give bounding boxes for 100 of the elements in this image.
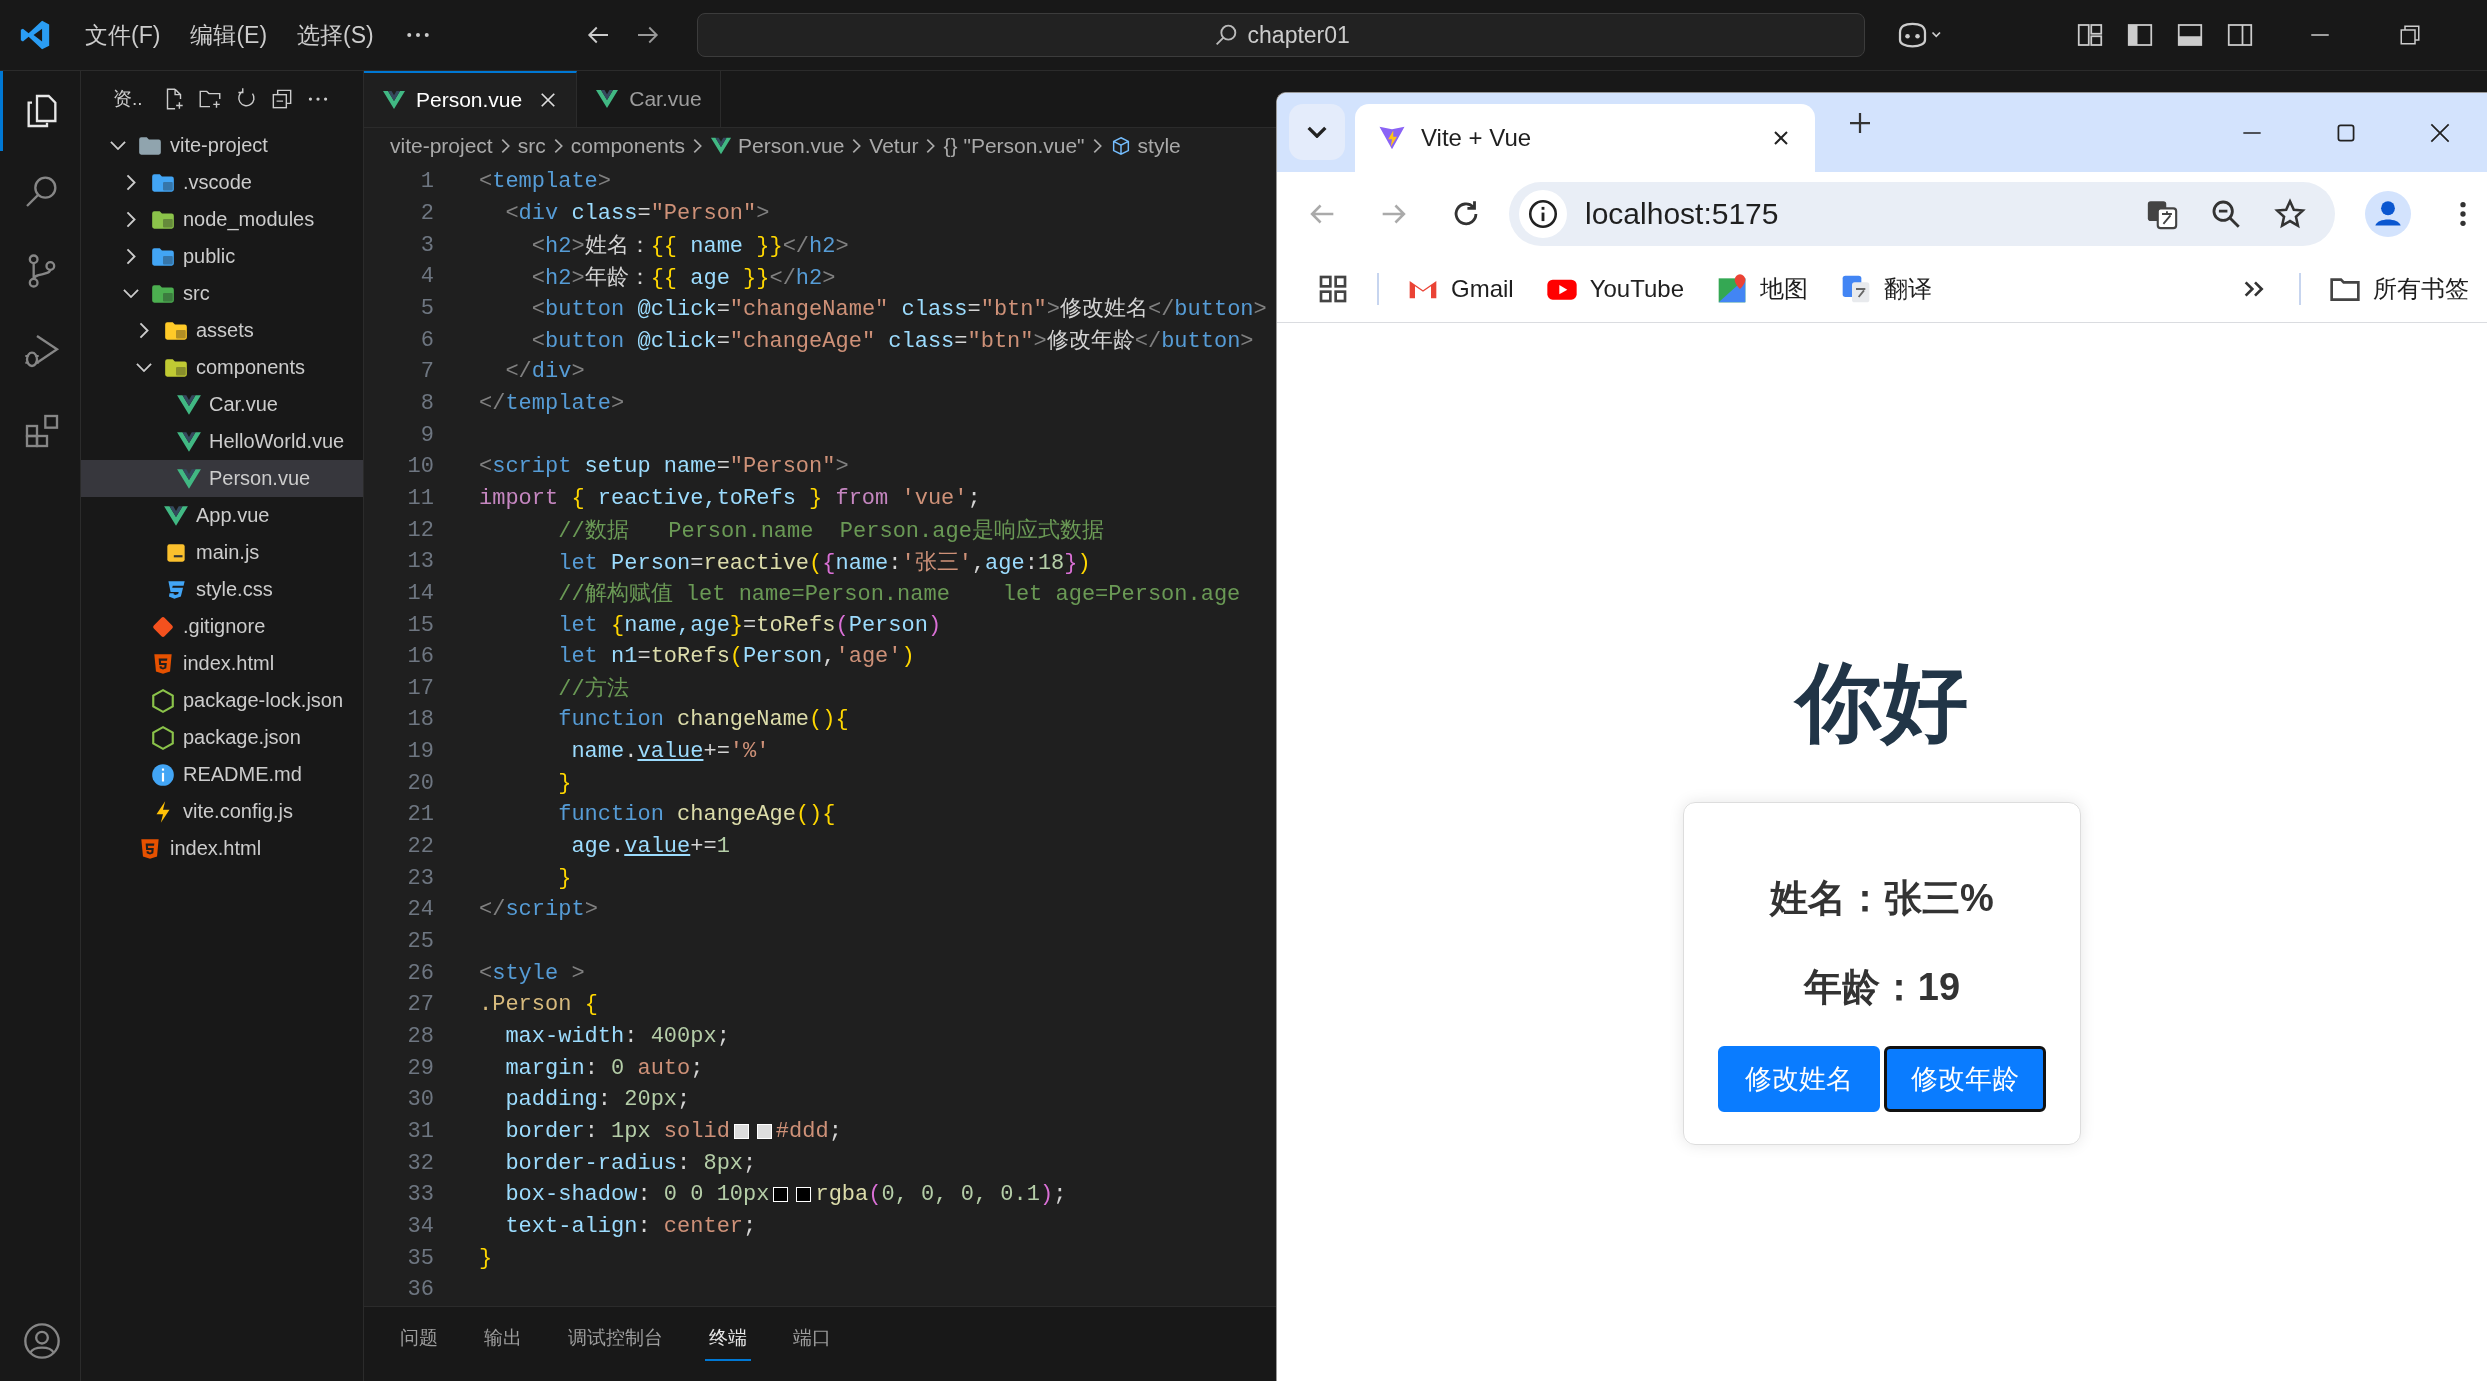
code-text: //方法	[558, 675, 629, 704]
apps-grid-icon[interactable]	[1317, 273, 1349, 305]
file-tree-item[interactable]: node_modules	[81, 201, 363, 238]
action-button[interactable]: 修改姓名	[1718, 1046, 1880, 1112]
bookmark-folder[interactable]: 所有书签	[2329, 273, 2469, 305]
panel-tab[interactable]: 终端	[705, 1320, 751, 1361]
file-tree-item[interactable]: package-lock.json	[81, 682, 363, 719]
chevron-down-icon	[1307, 126, 1327, 138]
code-text: text-align: center;	[505, 1214, 757, 1239]
address-bar[interactable]: localhost:5175	[1509, 182, 2335, 246]
breadcrumb-item[interactable]: src	[517, 134, 546, 158]
line-number: 13	[406, 549, 434, 575]
code-text: let {name,age}=toRefs(Person)	[558, 612, 942, 638]
menu-item[interactable]: 文件(F)	[74, 15, 172, 55]
code-text: function changeName(){	[558, 707, 849, 733]
line-number: 3	[419, 232, 434, 258]
file-tree-item[interactable]: vite.config.js	[81, 793, 363, 830]
editor-tab[interactable]: Person.vue	[364, 71, 578, 127]
bookmark-link[interactable]: YouTube	[1545, 273, 1684, 305]
search-field[interactable]: chapter01	[696, 13, 1865, 57]
action-button[interactable]: 修改年龄	[1884, 1046, 2046, 1112]
code-text: let n1=toRefs(Person,'age')	[558, 644, 915, 670]
breadcrumb-item[interactable]: Person.vue	[710, 134, 845, 158]
code-text: border: 1px solid	[505, 1119, 730, 1144]
breadcrumb-item[interactable]: vite-project	[390, 134, 493, 158]
file-tree-item[interactable]: Person.vue	[81, 460, 363, 497]
file-tree-item[interactable]: src	[81, 275, 363, 312]
file-tree-item[interactable]: index.html	[81, 830, 363, 867]
line-number: 17	[406, 675, 434, 701]
panel-tab[interactable]: 问题	[396, 1320, 442, 1359]
bookmark-link[interactable]: 翻译	[1840, 273, 1932, 305]
breadcrumb-item[interactable]: components	[570, 134, 686, 158]
chevron-icon	[926, 138, 936, 154]
line-number: 27	[406, 992, 434, 1018]
line-number: 6	[419, 327, 434, 353]
file-tree-item[interactable]: Car.vue	[81, 386, 363, 423]
breadcrumb-item[interactable]: {} "Person.vue"	[943, 134, 1085, 158]
line-number: 11	[406, 485, 434, 511]
code-text: <script setup name="Person">	[479, 454, 849, 480]
file-tree-item[interactable]: components	[81, 349, 363, 386]
file-tree-item[interactable]: App.vue	[81, 497, 363, 534]
editor-tab[interactable]: Car.vue	[577, 71, 721, 127]
star-icon[interactable]	[2273, 197, 2307, 231]
code-text: }	[558, 770, 572, 796]
file-tree-item[interactable]: main.js	[81, 534, 363, 571]
map-pin-icon	[1716, 273, 1748, 305]
code-text: rgba(0, 0, 0, 0.1);	[815, 1182, 1067, 1208]
info-icon[interactable]	[1526, 197, 1560, 231]
chevron-icon	[852, 138, 862, 154]
chevron-icon	[1092, 138, 1102, 154]
file-tree-item[interactable]: package.json	[81, 719, 363, 756]
line-number: 32	[406, 1150, 434, 1176]
code-text: </template>	[479, 390, 625, 416]
breadcrumb-item[interactable]: style	[1109, 134, 1181, 158]
line-number: 12	[406, 517, 434, 543]
code-text: box-shadow: 0 0 10px	[505, 1182, 770, 1208]
code-text: margin: 0 auto;	[505, 1055, 704, 1081]
line-number: 8	[419, 390, 434, 416]
line-number: 23	[406, 865, 434, 891]
file-tree-item[interactable]: vite-project	[81, 127, 363, 164]
sidebar-title: 资..	[113, 87, 143, 111]
avatar[interactable]	[2365, 191, 2411, 237]
panel-tab[interactable]: 输出	[480, 1320, 526, 1359]
code-text: .Person {	[479, 992, 598, 1018]
file-tree-item[interactable]: public	[81, 238, 363, 275]
bookmark-link[interactable]: 地图	[1716, 273, 1808, 305]
code-text: let Person=reactive({name:'张三',age:18})	[558, 549, 1091, 577]
line-number: 1	[419, 169, 434, 195]
chevron-icon	[500, 138, 510, 154]
line-number: 18	[406, 707, 434, 733]
breadcrumb-item[interactable]: Vetur	[869, 134, 919, 158]
line-number: 25	[406, 929, 434, 955]
translate-icon	[1840, 273, 1872, 305]
file-tree-item[interactable]: assets	[81, 312, 363, 349]
code-text: import { reactive,toRefs } from 'vue';	[479, 485, 981, 511]
line-number: 35	[406, 1245, 434, 1271]
file-tree-item[interactable]: HelloWorld.vue	[81, 423, 363, 460]
code-text: padding: 20px;	[505, 1087, 691, 1113]
line-number: 28	[406, 1024, 434, 1050]
code-text: <h2>年龄：{{ age }}</h2>	[531, 264, 836, 292]
menu-item[interactable]: 编辑(E)	[179, 15, 279, 55]
line-number: 5	[419, 295, 434, 321]
code-text: border-radius: 8px;	[505, 1150, 757, 1176]
file-tree-item[interactable]: style.css	[81, 571, 363, 608]
menu-item[interactable]: 选择(S)	[286, 15, 385, 55]
code-text: <div class="Person">	[505, 201, 770, 226]
line-number: 7	[419, 359, 434, 385]
file-tree-item[interactable]: README.md	[81, 756, 363, 793]
app-logo-icon	[18, 18, 52, 52]
browser-tab[interactable]: Vite + Vue	[1355, 104, 1815, 172]
file-tree-item[interactable]: .gitignore	[81, 608, 363, 645]
tab-list-button[interactable]	[1289, 104, 1345, 160]
file-tree-item[interactable]: index.html	[81, 645, 363, 682]
line-number: 24	[406, 897, 434, 923]
line-number: 29	[406, 1055, 434, 1081]
panel-tab[interactable]: 调试控制台	[564, 1320, 667, 1359]
line-number: 10	[406, 454, 434, 480]
bookmark-link[interactable]: Gmail	[1407, 273, 1514, 305]
panel-tab[interactable]: 端口	[789, 1320, 835, 1359]
file-tree-item[interactable]: .vscode	[81, 164, 363, 201]
